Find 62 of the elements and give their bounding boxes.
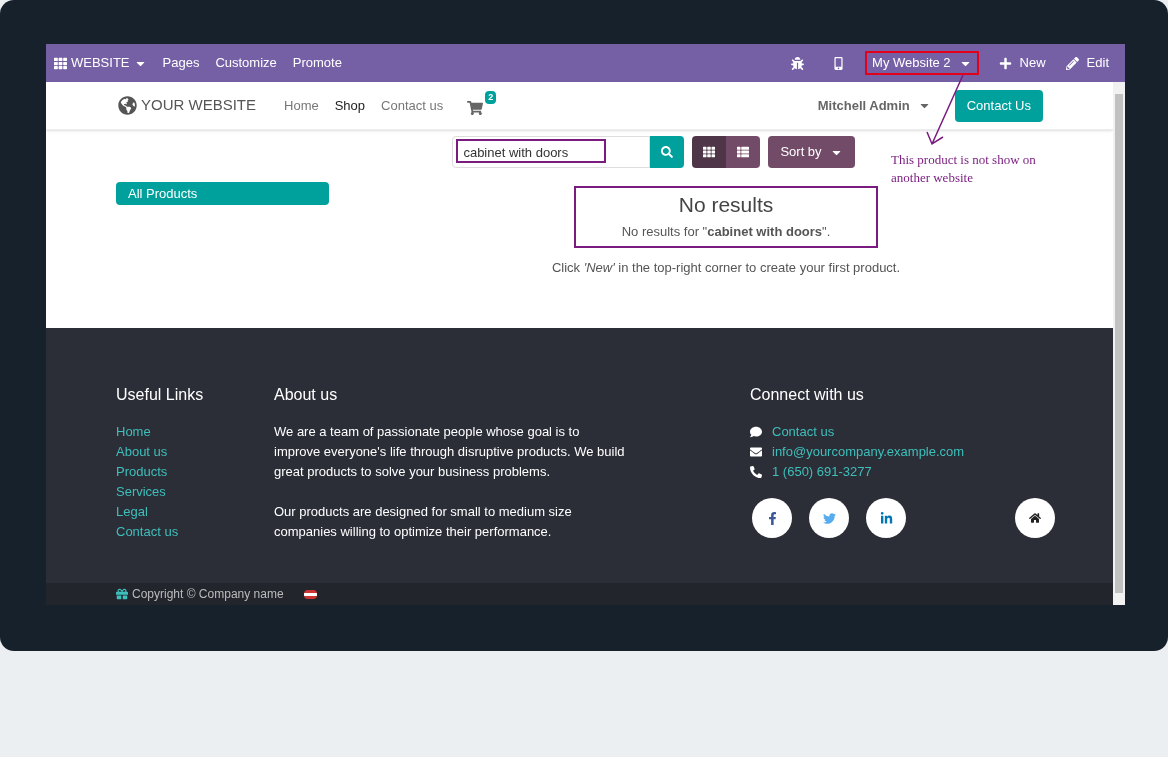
new-button[interactable]: New <box>998 53 1046 73</box>
edit-button[interactable]: Edit <box>1065 53 1109 73</box>
footer-heading: Connect with us <box>750 385 865 405</box>
footer-link[interactable]: Contact us <box>116 522 179 542</box>
empty-title: No results <box>678 192 774 219</box>
list-icon <box>737 146 750 158</box>
contact-link[interactable]: 1 (650) 691-3277 <box>772 462 872 482</box>
twitter-icon <box>822 511 836 525</box>
footer-heading: Useful Links <box>116 385 205 405</box>
grid-view-button[interactable] <box>692 136 727 168</box>
cart-count-badge: 2 <box>485 90 497 104</box>
app-menu[interactable]: WEBSITE <box>54 53 147 73</box>
website-switcher[interactable]: My Website 2 <box>865 51 979 75</box>
list-view-button[interactable] <box>726 136 761 168</box>
search-icon <box>661 146 674 158</box>
admin-menu-item[interactable]: Customize <box>215 53 277 73</box>
contact-link[interactable]: Contact us <box>772 422 835 442</box>
phone-icon <box>750 466 762 478</box>
about-paragraph: Our products are designed for small to medium size companies willing to optimize their performance. <box>274 503 573 541</box>
search-button[interactable] <box>650 136 685 168</box>
admin-menu-item[interactable]: Pages <box>162 53 200 73</box>
copyright-text: Copyright © Company name <box>132 586 284 603</box>
gift-icon <box>116 588 128 600</box>
search-field[interactable]: cabinet with doors <box>452 136 651 168</box>
chat-icon <box>750 426 762 438</box>
site-logo[interactable]: YOUR WEBSITE <box>141 94 256 117</box>
grid-icon <box>703 146 716 158</box>
footer-link[interactable]: Products <box>116 462 168 482</box>
social-button[interactable] <box>866 498 906 538</box>
nav-link[interactable]: Contact us <box>381 95 444 116</box>
footer-heading: About us <box>274 385 339 405</box>
mobile-icon[interactable] <box>832 56 846 70</box>
footer-link[interactable]: About us <box>116 442 168 462</box>
sort-dropdown[interactable]: Sort by <box>768 136 855 168</box>
pencil-icon <box>1065 56 1079 70</box>
plus-icon <box>998 56 1012 70</box>
cart-icon[interactable] <box>467 99 484 116</box>
nav-link[interactable]: Shop <box>334 95 366 116</box>
admin-menu-item[interactable]: Promote <box>292 53 342 73</box>
scrollbar[interactable] <box>1113 82 1125 605</box>
bug-icon[interactable] <box>791 56 805 70</box>
social-button[interactable] <box>809 498 849 538</box>
home-button[interactable] <box>1015 498 1055 538</box>
contact-us-button[interactable]: Contact Us <box>954 89 1043 122</box>
mail-icon <box>750 446 762 458</box>
category-item[interactable]: All Products <box>116 182 329 206</box>
nav-link[interactable]: Home <box>284 95 319 116</box>
grid-icon <box>54 56 67 70</box>
empty-message: No results for "cabinet with doors". <box>621 223 831 242</box>
contact-link[interactable]: info@yourcompany.example.com <box>772 442 965 462</box>
about-paragraph: We are a team of passionate people whose goal is to improve everyone's life through disruptive products. We build great products to solve your business problems. <box>274 423 626 481</box>
flag-icon <box>303 589 317 599</box>
footer-link[interactable]: Home <box>116 422 151 442</box>
globe-icon <box>118 96 137 115</box>
empty-hint: Click 'New' in the top-right corner to create your first product. <box>551 259 901 277</box>
footer-link[interactable]: Services <box>116 482 166 502</box>
linkedin-icon <box>879 511 893 525</box>
footer-link[interactable]: Legal <box>116 502 148 522</box>
home-icon <box>1029 512 1041 524</box>
annotation-note: This product is not show on another website <box>891 151 1037 187</box>
social-button[interactable] <box>752 498 792 538</box>
user-menu[interactable]: Mitchell Admin <box>817 95 931 116</box>
